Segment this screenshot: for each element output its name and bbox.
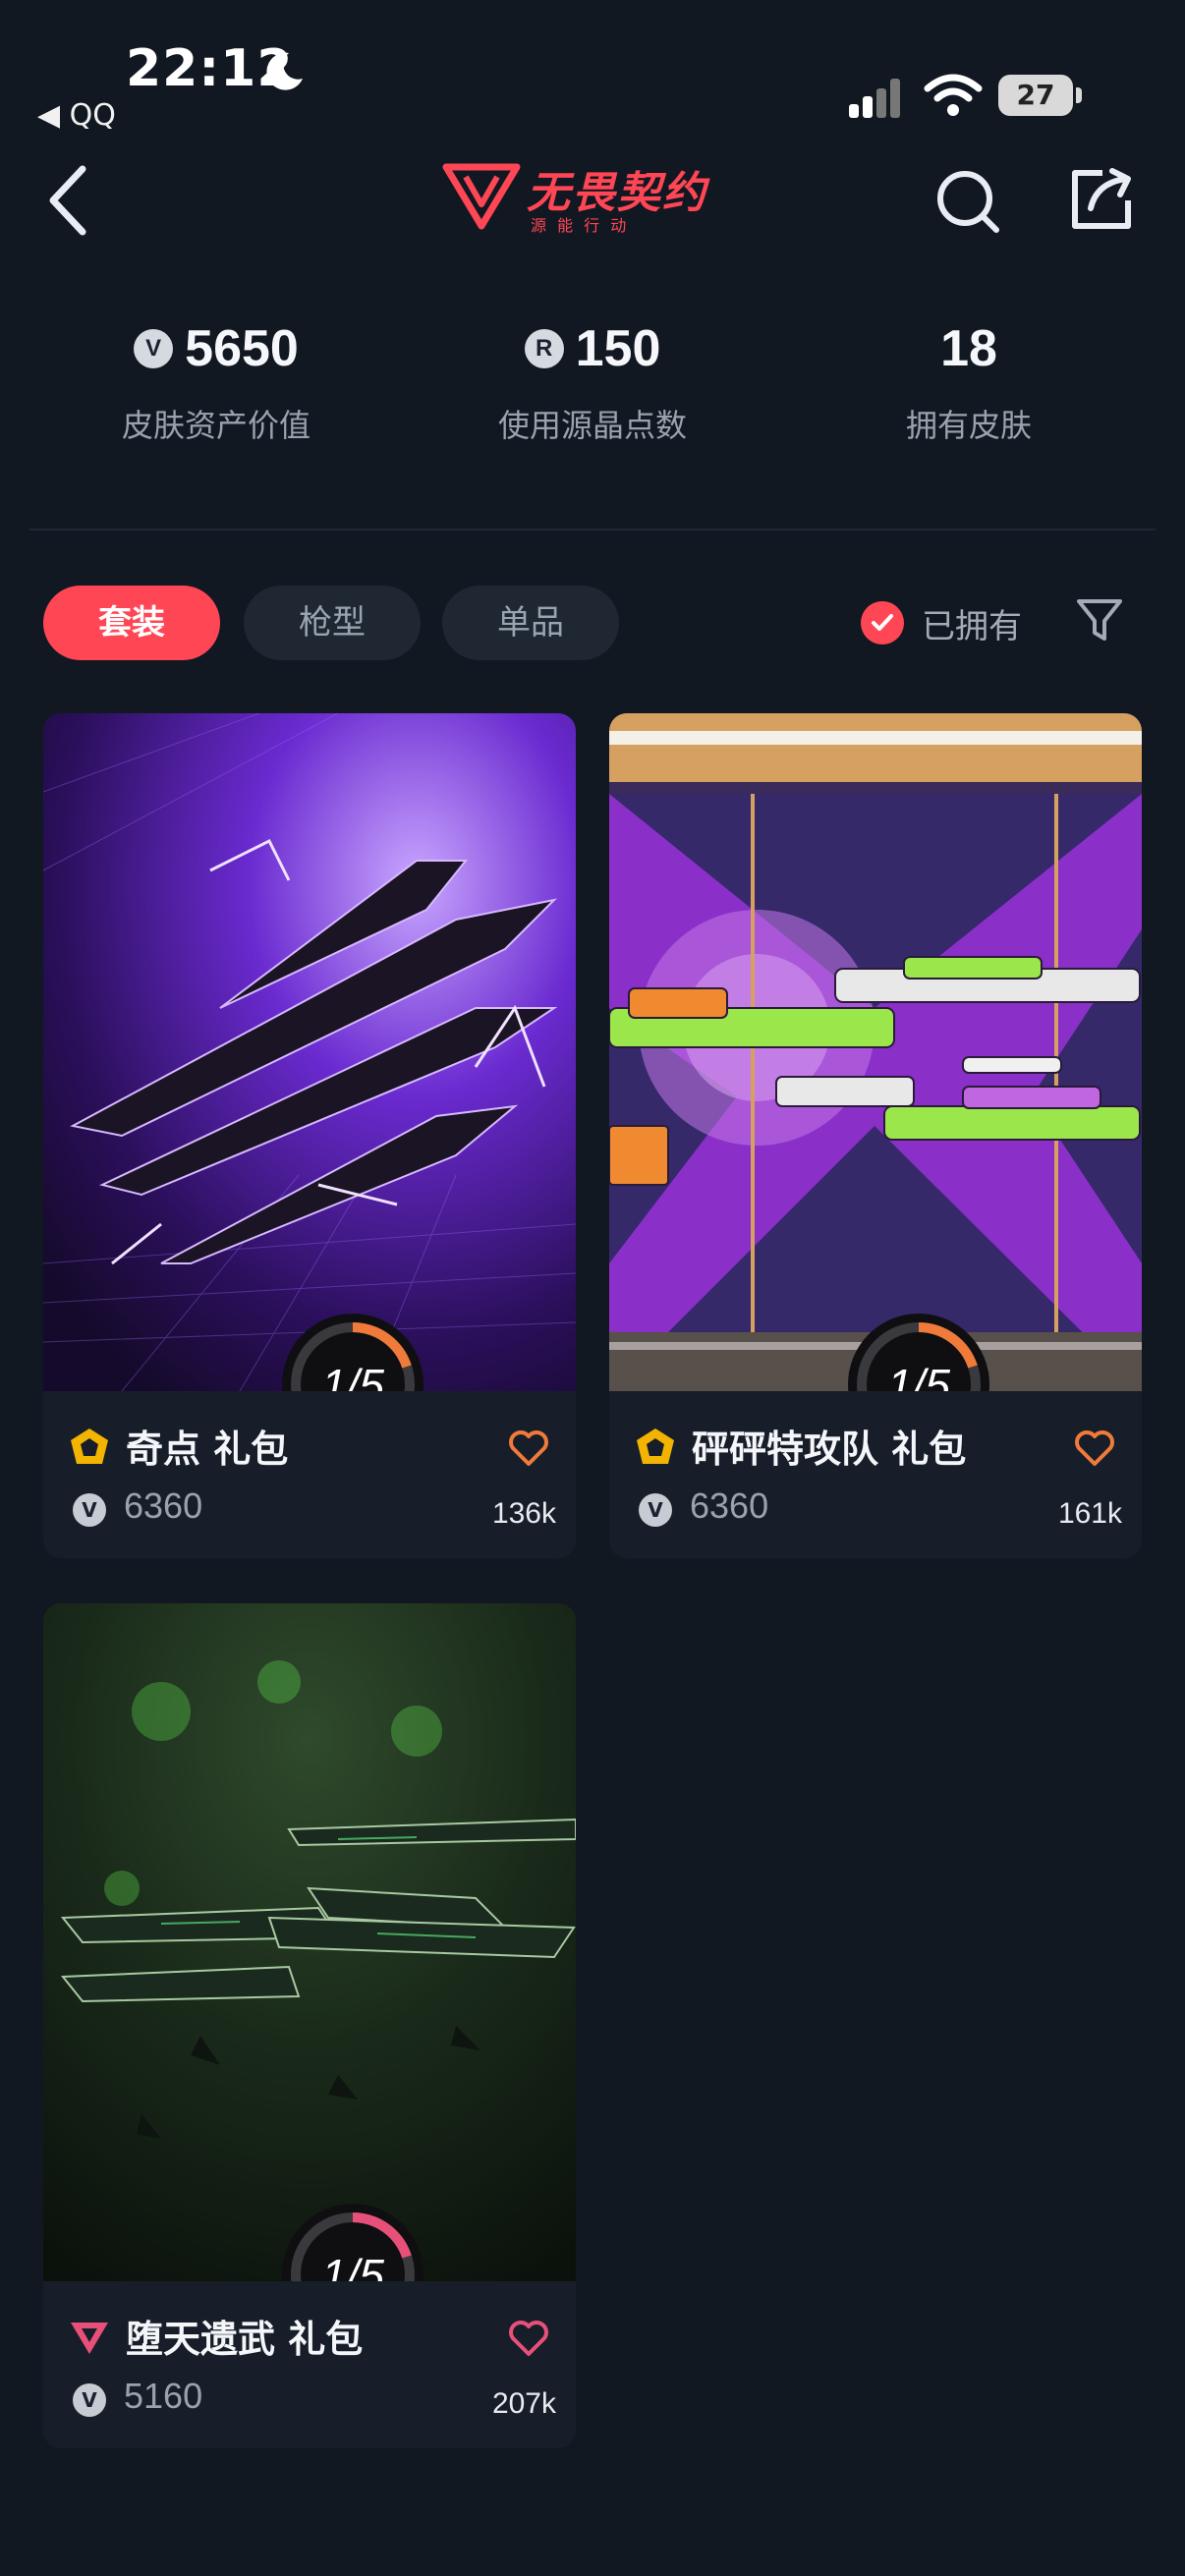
bundle-title: 砰砰特攻队 礼包 [692, 1428, 967, 1471]
owned-toggle[interactable]: 已拥有 [861, 595, 1022, 650]
stat-owned-skins: 18 拥有皮肤 [792, 314, 1146, 446]
valorant-logo-icon [442, 163, 521, 230]
bundle-card[interactable]: 1/5 堕天遗武 礼包 V 5160 207k [43, 1603, 576, 2448]
vp-currency-icon: V [73, 1493, 106, 1527]
bundle-image-bubble-squad: 1/5 [609, 713, 1142, 1391]
bundle-title: 堕天遗武 礼包 [126, 2318, 364, 2361]
back-to-qq-link[interactable]: ◀ QQ [37, 98, 116, 133]
bundle-image-singularity: 1/5 [43, 713, 576, 1391]
stat-label: 拥有皮肤 [905, 407, 1032, 444]
stat-value: 5650 [185, 320, 299, 377]
logo-subtitle: 源 能 行 动 [531, 216, 630, 235]
stat-skin-value: V 5650 皮肤资产价值 [39, 314, 393, 446]
vp-currency-icon: V [639, 1493, 672, 1527]
radianite-currency-icon: R [524, 329, 564, 368]
tab-bundle[interactable]: 套装 [43, 586, 220, 660]
tab-gun-type[interactable]: 枪型 [244, 586, 421, 660]
collection-progress-ring: 1/5 [282, 2204, 423, 2281]
stat-value: 150 [575, 320, 661, 377]
wifi-icon [924, 74, 983, 116]
stat-label: 皮肤资产价值 [121, 407, 310, 444]
moon-icon [266, 52, 303, 90]
bundle-info: 堕天遗武 礼包 V 5160 207k [43, 2281, 576, 2448]
premium-tier-icon [637, 1428, 674, 1464]
bundle-card[interactable]: 1/5 砰砰特攻队 礼包 V 6360 161k [609, 713, 1142, 1558]
progress-text: 1/5 [321, 2250, 384, 2281]
progress-text: 1/5 [321, 1360, 384, 1391]
share-icon[interactable] [1067, 165, 1136, 234]
divider [29, 529, 1156, 531]
vp-currency-icon: V [73, 2383, 106, 2417]
stat-value: 18 [940, 320, 997, 377]
bundle-title: 奇点 礼包 [126, 1428, 289, 1471]
stat-label: 使用源晶点数 [497, 407, 687, 444]
exclusive-tier-icon [71, 2323, 108, 2354]
stats-row: V 5650 皮肤资产价值 R 150 使用源晶点数 18 拥有皮肤 [0, 314, 1185, 472]
vp-currency-icon: V [134, 329, 174, 368]
battery-level: 27 [998, 75, 1073, 116]
status-bar: 22:12 ◀ QQ 27 [0, 0, 1185, 147]
tab-single-item[interactable]: 单品 [442, 586, 619, 660]
bundle-image-fallen-relics: 1/5 [43, 1603, 576, 2281]
bundle-info: 奇点 礼包 V 6360 136k [43, 1391, 576, 1558]
bundle-price: 5160 [124, 2376, 203, 2416]
heart-icon[interactable] [1073, 1428, 1116, 1468]
owned-label: 已拥有 [922, 606, 1022, 646]
bundle-card[interactable]: 1/5 奇点 礼包 V 6360 136k [43, 713, 576, 1558]
app-logo: 无畏契约 源 能 行 动 [442, 157, 747, 236]
search-icon[interactable] [933, 167, 1002, 236]
heart-icon[interactable] [507, 1428, 550, 1468]
collection-progress-ring: 1/5 [282, 1314, 423, 1391]
bundle-price: 6360 [124, 1485, 203, 1526]
like-count: 161k [1057, 1497, 1122, 1530]
progress-text: 1/5 [887, 1360, 950, 1391]
stat-radianite-points: R 150 使用源晶点数 [416, 314, 769, 446]
filter-funnel-icon[interactable] [1075, 595, 1124, 644]
like-count: 207k [491, 2387, 556, 2420]
cellular-signal-icon [849, 79, 900, 118]
checkmark-icon [861, 601, 904, 644]
bundle-info: 砰砰特攻队 礼包 V 6360 161k [609, 1391, 1142, 1558]
bundle-price: 6360 [690, 1485, 769, 1526]
premium-tier-icon [71, 1428, 108, 1464]
battery-indicator: 27 [998, 75, 1082, 116]
logo-title: 无畏契约 [527, 168, 707, 218]
like-count: 136k [491, 1497, 556, 1530]
back-arrow-icon[interactable] [43, 163, 102, 238]
collection-progress-ring: 1/5 [848, 1314, 989, 1391]
heart-icon[interactable] [507, 2319, 550, 2358]
